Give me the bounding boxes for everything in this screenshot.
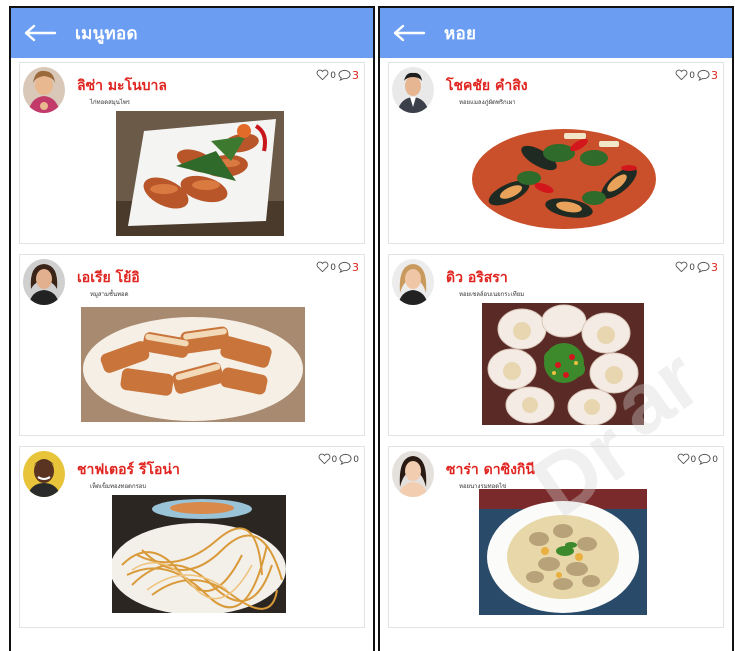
post-stats: 0 3 — [675, 261, 719, 273]
comment-count: 0 — [712, 455, 718, 465]
post-feed: โชคชัย คำสิง หอยแมลงภู่ผัดพริกเผา 0 3 ดิ… — [380, 58, 732, 628]
app-bar: หอย — [380, 8, 732, 58]
speech-bubble-outline-icon[interactable] — [698, 453, 711, 465]
food-photo[interactable] — [482, 303, 644, 425]
avatar[interactable] — [23, 67, 65, 113]
post-description: หมูสามชั้นทอด — [90, 291, 129, 298]
like-count: 0 — [689, 263, 695, 273]
food-photo[interactable] — [112, 495, 286, 613]
post-stats: 0 0 — [318, 453, 360, 465]
author-name[interactable]: เอเรีย โย้อิ — [77, 267, 140, 289]
post-description: เห็ดเข็มทองทอดกรอบ — [90, 483, 147, 490]
page-title: เมนูทอด — [75, 23, 138, 44]
comment-count: 3 — [352, 261, 359, 274]
author-name[interactable]: ชาฟเตอร์ รีโอน่า — [77, 459, 180, 481]
food-photo[interactable] — [116, 111, 284, 236]
arrow-left-icon[interactable] — [23, 23, 57, 43]
post-stats: 0 0 — [677, 453, 719, 465]
like-count: 0 — [330, 263, 336, 273]
speech-bubble-outline-icon[interactable] — [338, 69, 351, 81]
heart-outline-icon[interactable] — [675, 261, 688, 273]
heart-outline-icon[interactable] — [677, 453, 690, 465]
app-bar: เมนูทอด — [11, 8, 373, 58]
food-photo[interactable] — [81, 307, 305, 422]
post-card[interactable]: ชาฟเตอร์ รีโอน่า เห็ดเข็มทองทอดกรอบ 0 0 — [19, 446, 365, 628]
page-title: หอย — [444, 23, 477, 44]
avatar[interactable] — [23, 451, 65, 497]
avatar[interactable] — [392, 259, 434, 305]
comment-count: 3 — [352, 69, 359, 82]
author-name[interactable]: ซาร่า ดาซิงกินี — [446, 459, 535, 481]
food-photo[interactable] — [469, 113, 659, 233]
avatar[interactable] — [392, 451, 434, 497]
avatar[interactable] — [23, 259, 65, 305]
comment-count: 3 — [711, 261, 718, 274]
author-name[interactable]: ลิซ่า มะโนบาล — [77, 75, 167, 97]
post-card[interactable]: ลิซ่า มะโนบาล ไก่ทอดสมุนไพร 0 3 — [19, 62, 365, 244]
author-name[interactable]: โชคชัย คำสิง — [446, 75, 528, 97]
like-count: 0 — [690, 455, 697, 465]
arrow-left-icon[interactable] — [392, 23, 426, 43]
speech-bubble-outline-icon[interactable] — [697, 69, 710, 81]
post-card[interactable]: ซาร่า ดาซิงกินี หอยนางรมทอดไข่ 0 0 — [388, 446, 724, 628]
post-description: หอยแมลงภู่ผัดพริกเผา — [459, 99, 516, 106]
post-description: หอยเชลล์อบเนยกระเทียม — [459, 291, 525, 298]
post-card[interactable]: โชคชัย คำสิง หอยแมลงภู่ผัดพริกเผา 0 3 — [388, 62, 724, 244]
food-photo[interactable] — [479, 489, 647, 615]
post-stats: 0 3 — [675, 69, 719, 81]
comment-count: 3 — [711, 69, 718, 82]
post-stats: 0 3 — [316, 69, 360, 81]
heart-outline-icon[interactable] — [675, 69, 688, 81]
heart-outline-icon[interactable] — [316, 261, 329, 273]
author-name[interactable]: ดิว อริสรา — [446, 267, 508, 289]
post-card[interactable]: เอเรีย โย้อิ หมูสามชั้นทอด 0 3 — [19, 254, 365, 436]
speech-bubble-outline-icon[interactable] — [339, 453, 352, 465]
comment-count: 0 — [353, 455, 359, 465]
like-count: 0 — [331, 455, 338, 465]
speech-bubble-outline-icon[interactable] — [338, 261, 351, 273]
heart-outline-icon[interactable] — [318, 453, 331, 465]
screen-fried-menu: เมนูทอด ลิซ่า มะโนบาล ไก่ทอดสมุนไพร 0 3 — [9, 6, 375, 651]
post-feed: ลิซ่า มะโนบาล ไก่ทอดสมุนไพร 0 3 เอเรีย โ… — [11, 58, 373, 628]
like-count: 0 — [330, 71, 336, 81]
speech-bubble-outline-icon[interactable] — [697, 261, 710, 273]
screen-shellfish-menu: หอย โชคชัย คำสิง หอยแมลงภู่ผัดพริกเผา 0 … — [378, 6, 734, 651]
heart-outline-icon[interactable] — [316, 69, 329, 81]
post-description: ไก่ทอดสมุนไพร — [90, 99, 131, 106]
like-count: 0 — [689, 71, 695, 81]
post-stats: 0 3 — [316, 261, 360, 273]
post-card[interactable]: ดิว อริสรา หอยเชลล์อบเนยกระเทียม 0 3 — [388, 254, 724, 436]
avatar[interactable] — [392, 67, 434, 113]
